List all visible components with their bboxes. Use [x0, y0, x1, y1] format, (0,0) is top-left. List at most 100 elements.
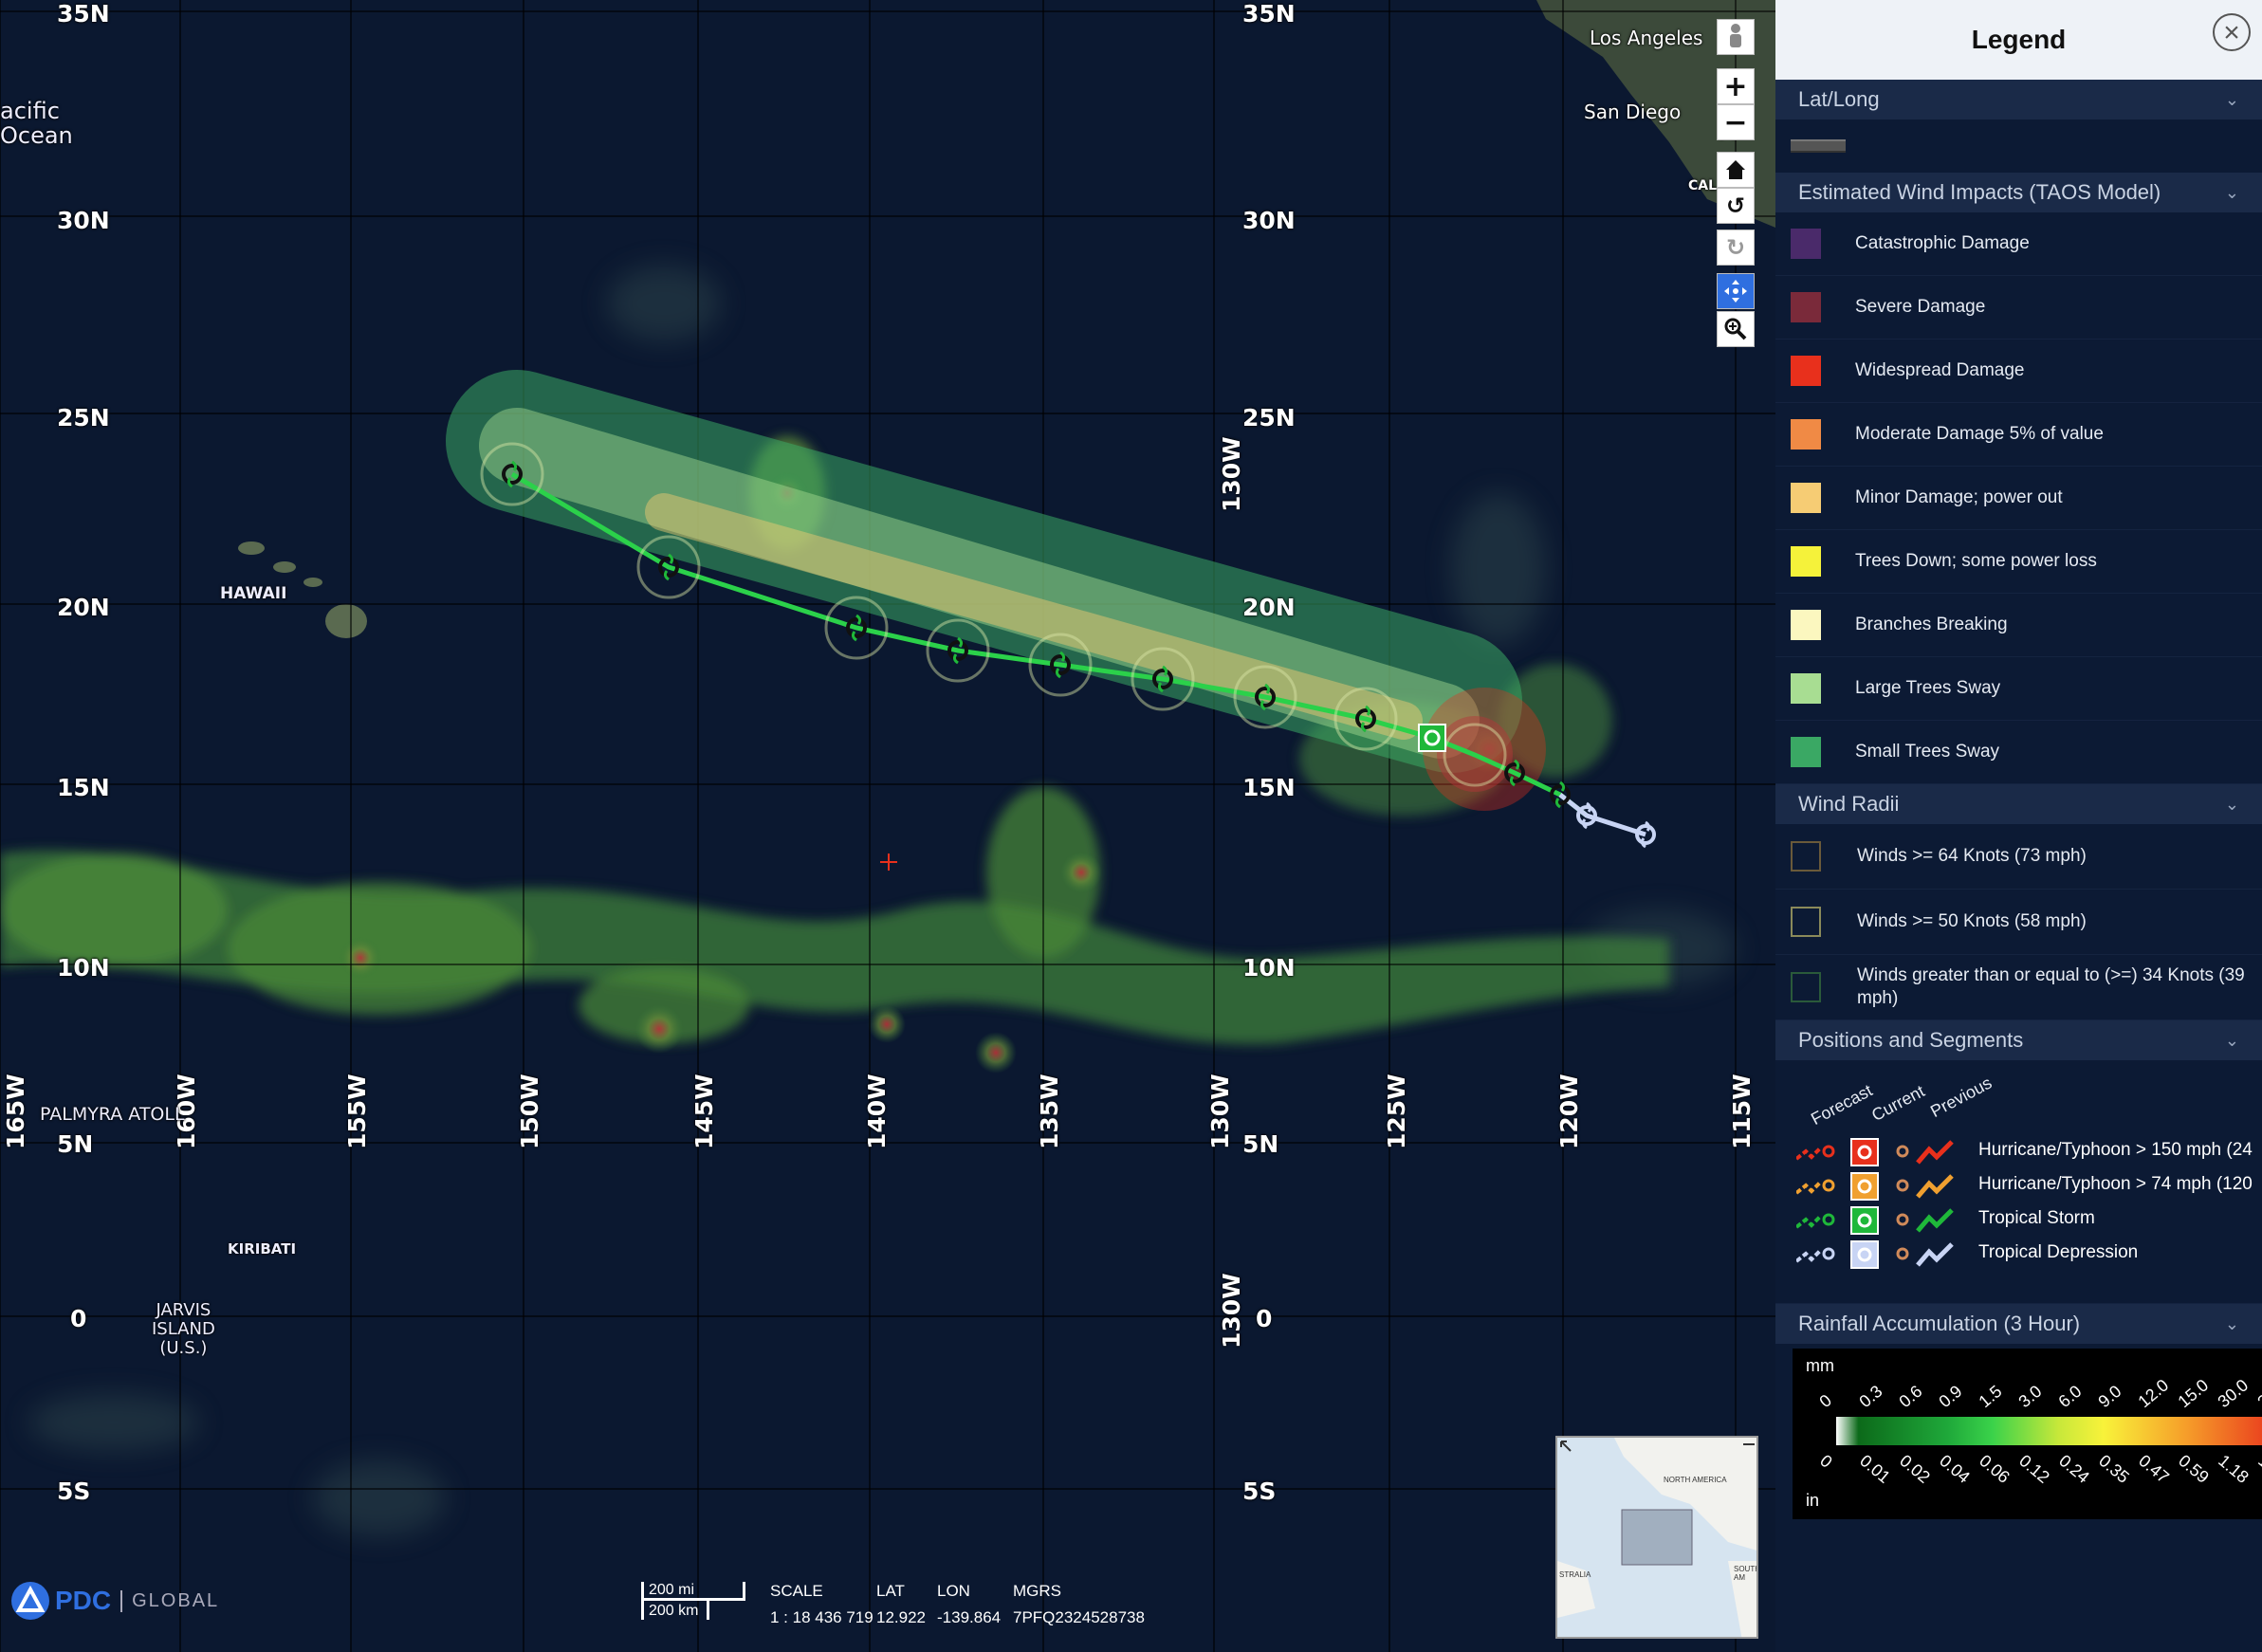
wind-impacts-list: Catastrophic Damage Severe Damage Widespre… [1775, 212, 2262, 784]
lat-label: LAT [876, 1582, 905, 1600]
latitude-label: 15N [1242, 774, 1296, 801]
street-view-icon[interactable] [1717, 19, 1755, 55]
wind-radii-item: Winds greater than or equal to (>=) 34 K… [1775, 955, 2262, 1020]
wind-impact-label: Large Trees Sway [1855, 678, 2001, 698]
pan-icon[interactable] [1717, 273, 1755, 309]
rainfall-section-header[interactable]: Rainfall Accumulation (3 Hour) ⌄ [1775, 1304, 2262, 1344]
forecast-column-label: Forecast [1808, 1080, 1876, 1129]
scale-bar: 200 mi 200 km [641, 1582, 745, 1622]
rainfall-gradient-bar [1836, 1417, 2262, 1445]
positions-section-header[interactable]: Positions and Segments ⌄ [1775, 1020, 2262, 1060]
wind-impact-item: Branches Breaking [1775, 594, 2262, 657]
latitude-label: 10N [1242, 954, 1296, 982]
rainfall-in-tick: 0.35 [2095, 1451, 2133, 1487]
rainfall-mm-tick: 15.0 [2174, 1375, 2213, 1412]
longitude-label: 130W [1218, 436, 1245, 512]
longitude-label: 125W [1383, 1074, 1410, 1149]
latitude-label: 5N [57, 1130, 94, 1158]
rainfall-mm-tick: 0.9 [1935, 1381, 1966, 1412]
longitude-label: 130W [1218, 1273, 1245, 1349]
pdc-logo: PDC GLOBAL [9, 1580, 219, 1622]
wind-radii-list: Winds >= 64 Knots (73 mph) Winds >= 50 Kn… [1775, 824, 2262, 1020]
rainfall-mm-tick: 3.0 [2014, 1381, 2046, 1412]
chevron-down-icon: ⌄ [2224, 1030, 2239, 1050]
rainfall-mm-tick: 0.3 [1855, 1381, 1886, 1412]
scale-value: 1 : 18 436 719 [770, 1608, 874, 1626]
overview-minimap[interactable]: NORTH AMERICA SOUTH AM STRALIA [1555, 1436, 1758, 1639]
pacific-ocean-label: acific Ocean [0, 98, 73, 149]
latlong-item [1775, 119, 2262, 173]
longitude-label: 115W [1728, 1074, 1756, 1149]
wind-impact-swatch [1791, 419, 1821, 450]
wind-impact-label: Trees Down; some power loss [1855, 551, 2097, 571]
rotate-right-icon[interactable]: ↻ [1717, 229, 1755, 266]
map-view[interactable]: 35N 35N 30N 30N 25N 25N 20N 20N 15N 15N 10N 10N 5N 5N… [0, 0, 1775, 1652]
global-logo-text: GLOBAL [120, 1589, 219, 1612]
rainfall-in-tick: 0.12 [2015, 1451, 2053, 1487]
palmyra-label: PALMYRA ATOLL [40, 1104, 185, 1125]
storm-segment-icon [1796, 1138, 1954, 1166]
position-segment-item: Hurricane/Typhoon > 150 mph (24 [1775, 1136, 2262, 1168]
wind-impact-item: Moderate Damage 5% of value [1775, 403, 2262, 467]
wind-impact-swatch [1791, 546, 1821, 577]
latitude-label: 35N [1242, 0, 1296, 28]
latitude-label: 25N [57, 404, 110, 431]
wind-radii-label: Winds >= 64 Knots (73 mph) [1857, 846, 2087, 866]
position-segment-item: Hurricane/Typhoon > 74 mph (120 [1775, 1170, 2262, 1202]
chevron-down-icon: ⌄ [2224, 794, 2239, 814]
minimap-australia-label: STRALIA [1559, 1570, 1591, 1579]
rainfall-mm-tick: 37.5 [2253, 1375, 2262, 1412]
zoom-in-icon[interactable]: + [1717, 68, 1755, 104]
rainfall-in-tick: 1.4 [2254, 1451, 2262, 1481]
wind-impact-swatch [1791, 673, 1821, 704]
rainfall-mm-tick: 0.6 [1895, 1381, 1926, 1412]
longitude-label: 140W [863, 1074, 891, 1149]
rainfall-mm-tick: 9.0 [2094, 1381, 2125, 1412]
wind-impact-swatch [1791, 737, 1821, 767]
latlong-swatch [1791, 139, 1846, 153]
wind-radii-label: Winds greater than or equal to (>=) 34 K… [1857, 965, 2245, 1008]
zoom-box-icon[interactable] [1717, 311, 1755, 347]
pdc-logo-icon [11, 1582, 49, 1620]
wind-radii-swatch [1791, 841, 1821, 872]
previous-column-label: Previous [1927, 1073, 1995, 1122]
latitude-label: 10N [57, 954, 110, 982]
wind-radii-item: Winds >= 64 Knots (73 mph) [1775, 824, 2262, 890]
wind-impact-label: Severe Damage [1855, 297, 1986, 317]
lat-value: 12.922 [876, 1608, 926, 1626]
rainfall-mm-tick: 6.0 [2054, 1381, 2086, 1412]
home-icon[interactable] [1717, 152, 1755, 188]
wind-impact-label: Small Trees Sway [1855, 742, 2000, 762]
rotate-left-icon[interactable]: ↺ [1717, 188, 1755, 224]
close-icon[interactable]: × [2213, 13, 2251, 51]
wind-impacts-section-header[interactable]: Estimated Wind Impacts (TAOS Model) ⌄ [1775, 173, 2262, 212]
wind-impact-item: Catastrophic Damage [1775, 212, 2262, 276]
latitude-label: 30N [1242, 207, 1296, 234]
rainfall-in-tick: 0 [1816, 1451, 1836, 1472]
wind-impact-label: Moderate Damage 5% of value [1855, 424, 2104, 444]
longitude-label: 130W [1206, 1074, 1234, 1149]
latlong-title: Lat/Long [1798, 87, 1880, 111]
wind-radii-section-header[interactable]: Wind Radii ⌄ [1775, 784, 2262, 824]
kiribati-label: KIRIBATI [228, 1240, 297, 1257]
rainfall-colorbar: mm in 0 0.3 0.6 0.9 1.5 3.0 6.0 9.0 12.0 15.0 30.0… [1793, 1349, 2262, 1519]
wind-impact-item: Trees Down; some power loss [1775, 530, 2262, 594]
map-canvas[interactable] [0, 0, 1775, 1652]
hawaii-label: HAWAII [220, 584, 287, 603]
wind-impact-swatch [1791, 610, 1821, 640]
longitude-label: 165W [2, 1074, 29, 1149]
storm-segment-icon [1796, 1172, 1954, 1201]
zoom-out-icon[interactable]: − [1717, 104, 1755, 140]
position-segment-label: Tropical Storm [1978, 1208, 2095, 1228]
wind-impact-swatch [1791, 356, 1821, 386]
longitude-label: 135W [1036, 1074, 1063, 1149]
wind-radii-swatch [1791, 907, 1821, 937]
legend-header: Legend × [1775, 0, 2262, 80]
position-segment-item: Tropical Depression [1775, 1239, 2262, 1271]
latitude-label: 5N [1242, 1130, 1279, 1158]
current-position-marker[interactable] [1418, 724, 1446, 752]
latlong-section-header[interactable]: Lat/Long ⌄ [1775, 80, 2262, 119]
wind-impact-label: Minor Damage; power out [1855, 487, 2063, 507]
chevron-down-icon: ⌄ [2224, 89, 2239, 109]
positions-title: Positions and Segments [1798, 1028, 2024, 1052]
